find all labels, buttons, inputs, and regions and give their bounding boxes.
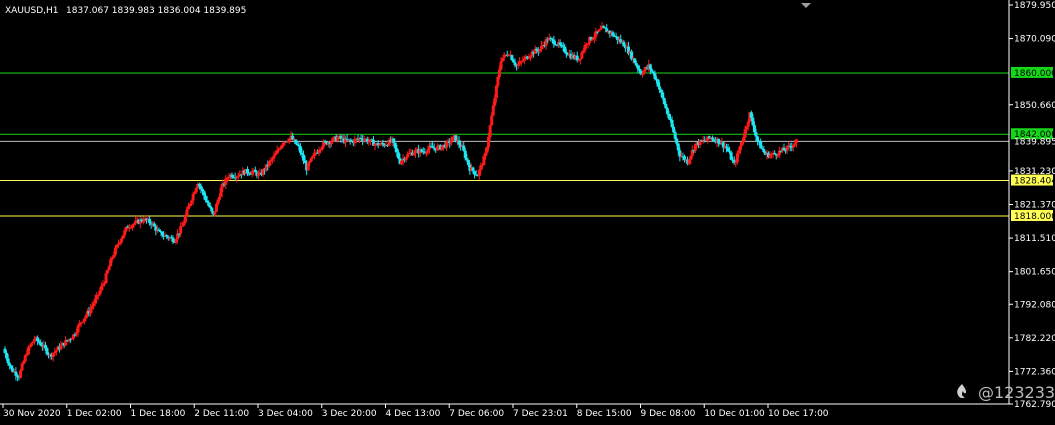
- price-tick-label: 1801.650: [1014, 268, 1055, 278]
- candle: [451, 136, 455, 141]
- chart-background: [0, 0, 1055, 425]
- candle: [633, 58, 637, 64]
- symbol-title: XAUUSD,H1: [5, 6, 59, 16]
- price-tick-label: 1792.080: [1014, 300, 1055, 310]
- price-tick: 1870.090: [1009, 35, 1055, 45]
- svg-text:1828.404: 1828.404: [1014, 177, 1055, 187]
- price-tick-label: 1782.220: [1014, 334, 1055, 344]
- time-tick-label: 1 Dec 18:00: [131, 409, 186, 419]
- price-tick: 1782.220: [1009, 334, 1055, 344]
- price-tick: 1879.950: [1009, 1, 1055, 11]
- price-tick-label: 1821.370: [1014, 201, 1055, 211]
- candle: [19, 368, 23, 379]
- watermark-text: @123233: [978, 383, 1055, 402]
- time-tick-label: 8 Dec 15:00: [577, 409, 632, 419]
- candle: [306, 161, 310, 171]
- price-tick-label: 1850.660: [1014, 101, 1055, 111]
- price-tick: 1801.650: [1009, 268, 1055, 278]
- ohlc-values: 1837.067 1839.983 1836.004 1839.895: [66, 6, 246, 16]
- time-tick-label: 7 Dec 23:01: [513, 409, 568, 419]
- price-tick: 1821.370: [1009, 201, 1055, 211]
- price-tick: 1811.510: [1009, 234, 1055, 244]
- price-tick: 1850.660: [1009, 101, 1055, 111]
- time-tick-label: 2 Dec 11:00: [194, 409, 249, 419]
- time-tick-label: 10 Dec 01:00: [704, 409, 765, 419]
- time-tick-label: 4 Dec 13:00: [386, 409, 441, 419]
- level-label-resistance: 1860.000: [1011, 66, 1055, 79]
- candle: [121, 235, 125, 239]
- time-tick-label: 9 Dec 08:00: [641, 409, 696, 419]
- price-chart[interactable]: 1879.9501870.0901850.6601831.2301821.370…: [0, 0, 1055, 425]
- price-tick-label: 1772.360: [1014, 367, 1055, 377]
- price-tick-label: 1811.510: [1014, 234, 1055, 244]
- svg-text:1818.000: 1818.000: [1014, 212, 1055, 222]
- price-tick-label: 1879.950: [1014, 1, 1055, 11]
- time-tick-label: 30 Nov 2020: [3, 409, 61, 419]
- svg-text:1839.895: 1839.895: [1014, 137, 1055, 147]
- price-tick-label: 1870.090: [1014, 35, 1055, 45]
- level-label-current: 1839.895: [1014, 137, 1055, 147]
- candle: [294, 139, 298, 145]
- time-tick-label: 3 Dec 04:00: [258, 409, 313, 419]
- price-tick: 1772.360: [1009, 367, 1055, 377]
- level-label-support: 1818.000: [1011, 209, 1055, 222]
- level-label-support: 1828.404: [1011, 174, 1055, 187]
- time-tick-label: 7 Dec 06:00: [449, 409, 504, 419]
- svg-text:1860.000: 1860.000: [1014, 69, 1055, 79]
- price-tick: 1792.080: [1009, 300, 1055, 310]
- candle: [656, 78, 660, 88]
- candle: [510, 54, 514, 61]
- time-tick-label: 1 Dec 02:00: [67, 409, 122, 419]
- time-tick-label: 10 Dec 17:00: [768, 409, 829, 419]
- time-tick-label: 3 Dec 20:00: [322, 409, 377, 419]
